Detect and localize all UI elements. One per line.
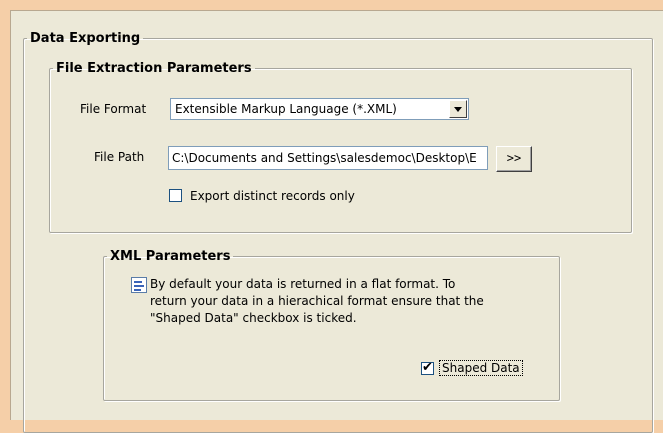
file-format-label: File Format <box>80 102 147 116</box>
file-path-field[interactable] <box>168 146 488 170</box>
checkmark-icon: ✔ <box>422 360 433 375</box>
xml-info-line-1: By default your data is returned in a fl… <box>150 277 456 291</box>
xml-parameters-title: XML Parameters <box>110 249 231 264</box>
data-exporting-title: Data Exporting <box>30 31 141 46</box>
xml-info-line-3: "Shaped Data" checkbox is ticked. <box>150 311 357 325</box>
file-format-value: Extensible Markup Language (*.XML) <box>175 102 397 116</box>
xml-info-line-2: return your data in a hierachical format… <box>150 294 484 308</box>
browse-button[interactable]: >> <box>496 146 532 172</box>
dropdown-button[interactable] <box>449 100 467 118</box>
distinct-records-label[interactable]: Export distinct records only <box>190 189 355 203</box>
file-path-input[interactable] <box>169 147 487 169</box>
info-note-icon <box>131 277 147 293</box>
distinct-records-checkbox[interactable] <box>169 189 182 202</box>
file-format-select[interactable]: Extensible Markup Language (*.XML) <box>170 98 469 120</box>
chevron-down-icon <box>454 106 462 112</box>
file-path-label: File Path <box>94 150 145 164</box>
xml-info-text: By default your data is returned in a fl… <box>150 276 550 327</box>
file-extraction-title: File Extraction Parameters <box>56 61 252 76</box>
shaped-data-label[interactable]: Shaped Data <box>439 360 523 376</box>
shaped-data-checkbox[interactable]: ✔ <box>421 360 434 375</box>
